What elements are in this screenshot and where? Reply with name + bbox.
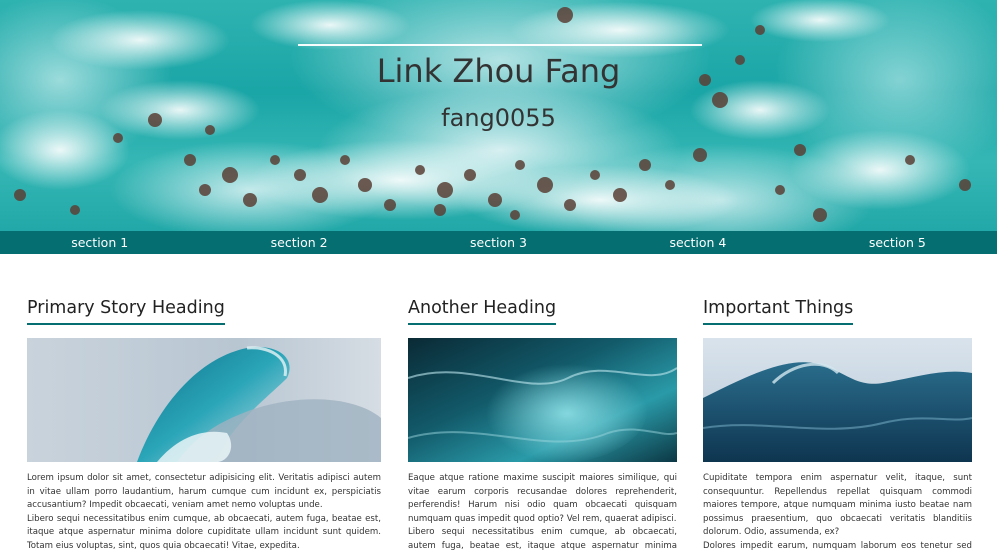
nav-item-section-4[interactable]: section 4 [598, 231, 797, 254]
story-column-primary: Primary Story Heading Lorem ipsum dolor … [27, 298, 381, 552]
nav-item-section-3[interactable]: section 3 [399, 231, 598, 254]
column-paragraph: Dolores impedit earum, numquam laborum e… [703, 540, 972, 551]
nav-item-section-5[interactable]: section 5 [798, 231, 997, 254]
wave-tube-image [27, 338, 381, 462]
column-paragraph: Lorem ipsum dolor sit amet, consectetur … [27, 473, 381, 510]
story-column-tertiary: Important Things Cupiditate tempora enim… [703, 298, 972, 552]
nav-item-section-1[interactable]: section 1 [0, 231, 199, 254]
story-column-secondary: Another Heading Eaque atque ratione maxi… [408, 298, 677, 552]
column-paragraph: Eaque atque ratione maxime suscipit maio… [408, 473, 677, 524]
site-owner-handle: fang0055 [441, 104, 556, 132]
column-paragraph: Libero sequi necessitatibus enim cumque,… [27, 513, 381, 551]
ocean-wave-image [703, 338, 972, 462]
column-paragraph: Cupiditate tempora enim aspernatur velit… [703, 473, 972, 537]
nav-item-section-2[interactable]: section 2 [199, 231, 398, 254]
column-heading: Another Heading [408, 298, 557, 325]
site-owner-name: Link Zhou Fang [376, 52, 621, 90]
column-heading: Important Things [703, 298, 854, 325]
column-heading: Primary Story Heading [27, 298, 225, 325]
column-paragraph: Libero sequi necessitatibus enim cumque,… [408, 527, 677, 551]
main-nav: section 1 section 2 section 3 section 4 … [0, 231, 997, 254]
hero-banner: Link Zhou Fang fang0055 [0, 0, 997, 231]
wave-closeup-image [408, 338, 677, 462]
